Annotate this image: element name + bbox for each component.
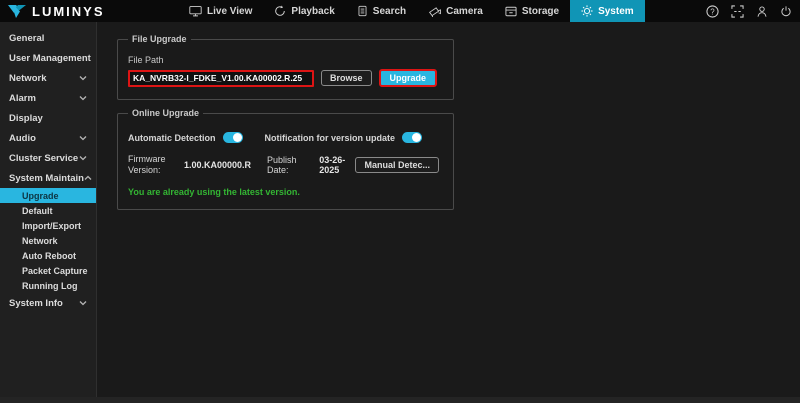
- chevron-down-icon: [79, 135, 87, 141]
- brand-logo: LUMINYS: [7, 4, 105, 19]
- sidebar-item-label: Packet Capture: [22, 266, 88, 276]
- playback-icon: [274, 5, 286, 17]
- sidebar-item-packet-capture[interactable]: Packet Capture: [0, 263, 96, 278]
- tab-camera[interactable]: Camera: [417, 0, 494, 22]
- toggle-knob: [412, 133, 421, 142]
- sidebar-item-network[interactable]: Network: [0, 233, 96, 248]
- upgrade-button[interactable]: Upgrade: [379, 69, 438, 87]
- sidebar-item-display[interactable]: Display: [0, 108, 96, 128]
- help-icon[interactable]: ?: [706, 5, 719, 18]
- sidebar-item-label: Network: [22, 236, 58, 246]
- luminys-logo-icon: [7, 4, 27, 19]
- tab-label: Live View: [207, 6, 252, 17]
- camera-icon: [428, 6, 441, 17]
- sidebar-item-label: System Maintain: [9, 173, 84, 184]
- sidebar-item-alarm[interactable]: Alarm: [0, 88, 96, 108]
- fullscreen-icon[interactable]: [731, 5, 744, 18]
- sidebar-item-label: Import/Export: [22, 221, 81, 231]
- manual-detect-button[interactable]: Manual Detec...: [355, 157, 439, 173]
- tab-storage[interactable]: Storage: [494, 0, 570, 22]
- sidebar-item-label: System Info: [9, 298, 63, 309]
- main-content: File Upgrade File Path KA_NVRB32-I_FDKE_…: [97, 22, 800, 403]
- sidebar-item-label: General: [9, 33, 44, 44]
- user-icon[interactable]: [756, 5, 768, 18]
- topbar-right-icons: ?: [706, 0, 792, 22]
- top-bar: LUMINYS Live View Playback Search Camera Sto…: [0, 0, 800, 22]
- sidebar-item-label: Default: [22, 206, 53, 216]
- chevron-up-icon: [84, 175, 92, 181]
- tab-system[interactable]: System: [570, 0, 645, 22]
- document-icon: [357, 5, 368, 17]
- file-upgrade-legend: File Upgrade: [128, 34, 191, 44]
- tab-label: Playback: [291, 6, 334, 17]
- sidebar-item-general[interactable]: General: [0, 28, 96, 48]
- tab-label: Camera: [446, 6, 483, 17]
- sidebar-item-user-management[interactable]: User Management: [0, 48, 96, 68]
- publish-date-label: Publish Date:: [267, 155, 309, 175]
- firmware-version-label: Firmware Version:: [128, 154, 176, 177]
- sidebar-item-auto-reboot[interactable]: Auto Reboot: [0, 248, 96, 263]
- sidebar-item-label: User Management: [9, 53, 91, 64]
- sidebar-item-label: Alarm: [9, 93, 36, 104]
- chevron-down-icon: [79, 75, 87, 81]
- online-upgrade-panel: Online Upgrade Automatic Detection Notif…: [117, 108, 454, 210]
- notification-toggle[interactable]: [402, 132, 422, 143]
- main-nav: Live View Playback Search Camera Storage Syst…: [178, 0, 645, 22]
- brand-name: LUMINYS: [32, 4, 105, 19]
- publish-date-value: 03-26-2025: [319, 155, 355, 175]
- sidebar-item-default[interactable]: Default: [0, 203, 96, 218]
- sidebar-item-label: Running Log: [22, 281, 77, 291]
- sidebar-item-running-log[interactable]: Running Log: [0, 278, 96, 293]
- chevron-down-icon: [79, 300, 87, 306]
- file-upgrade-panel: File Upgrade File Path KA_NVRB32-I_FDKE_…: [117, 34, 454, 100]
- tab-label: Storage: [522, 6, 559, 17]
- sidebar-item-label: Cluster Service: [9, 153, 78, 164]
- sidebar-item-label: Display: [9, 113, 43, 124]
- sidebar-item-label: Audio: [9, 133, 36, 144]
- sidebar-item-cluster-service[interactable]: Cluster Service: [0, 148, 96, 168]
- automatic-detection-toggle[interactable]: [223, 132, 243, 143]
- sidebar-item-upgrade[interactable]: Upgrade: [0, 188, 96, 203]
- tab-live-view[interactable]: Live View: [178, 0, 263, 22]
- toggle-knob: [233, 133, 242, 142]
- sidebar-item-import-export[interactable]: Import/Export: [0, 218, 96, 233]
- sidebar-item-system-info[interactable]: System Info: [0, 293, 96, 313]
- notification-label: Notification for version update: [265, 133, 396, 143]
- file-path-label: File Path: [128, 55, 443, 65]
- sidebar-item-network[interactable]: Network: [0, 68, 96, 88]
- svg-text:?: ?: [710, 7, 715, 16]
- latest-version-status: You are already using the latest version…: [128, 187, 443, 197]
- power-icon[interactable]: [780, 5, 792, 18]
- sidebar-item-system-maintain[interactable]: System Maintain: [0, 168, 96, 188]
- tab-playback[interactable]: Playback: [263, 0, 345, 22]
- monitor-icon: [189, 5, 202, 17]
- sidebar: General User Management Network Alarm Displa…: [0, 22, 97, 403]
- tab-label: System: [598, 6, 634, 17]
- automatic-detection-label: Automatic Detection: [128, 133, 216, 143]
- tab-search[interactable]: Search: [346, 0, 417, 22]
- online-upgrade-legend: Online Upgrade: [128, 108, 203, 118]
- sidebar-item-label: Network: [9, 73, 46, 84]
- page-body: General User Management Network Alarm Displa…: [0, 22, 800, 403]
- browse-button[interactable]: Browse: [321, 70, 372, 86]
- firmware-version-value: 1.00.KA00000.R: [184, 160, 251, 170]
- sidebar-item-audio[interactable]: Audio: [0, 128, 96, 148]
- storage-icon: [505, 6, 517, 17]
- bottom-scroll-strip[interactable]: [0, 397, 800, 403]
- gear-icon: [581, 5, 593, 17]
- file-path-input[interactable]: KA_NVRB32-I_FDKE_V1.00.KA00002.R.25: [128, 70, 314, 87]
- tab-label: Search: [373, 6, 406, 17]
- sidebar-item-label: Auto Reboot: [22, 251, 76, 261]
- chevron-down-icon: [79, 95, 87, 101]
- chevron-down-icon: [79, 155, 87, 161]
- sidebar-item-label: Upgrade: [22, 191, 59, 201]
